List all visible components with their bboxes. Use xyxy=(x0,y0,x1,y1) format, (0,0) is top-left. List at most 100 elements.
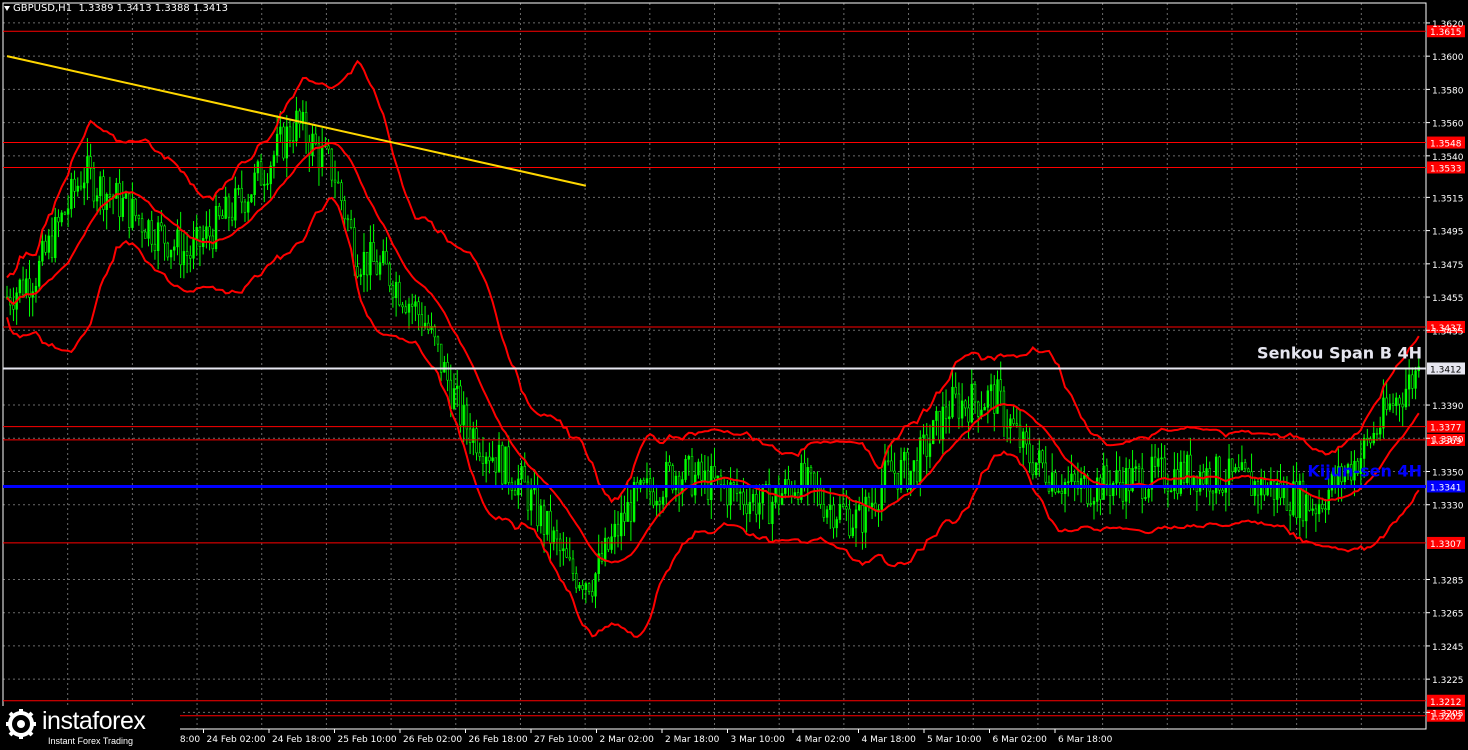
price-axis-label: 1.3495 xyxy=(1432,228,1464,238)
candle-body xyxy=(1407,374,1411,390)
candle-body xyxy=(665,461,668,498)
candle-body xyxy=(131,198,134,228)
candle-body xyxy=(47,235,51,253)
candle-body xyxy=(150,220,153,245)
candle-body xyxy=(497,444,501,473)
candle-body xyxy=(993,384,996,414)
price-axis-label: 1.3515 xyxy=(1432,194,1464,204)
time-axis-label: 27 Feb 10:00 xyxy=(534,735,593,745)
candle-body xyxy=(851,527,854,537)
dropdown-triangle-icon[interactable] xyxy=(4,5,10,11)
kijun-price-label: 1.3341 xyxy=(1430,483,1462,493)
level-price-label: 1.3307 xyxy=(1430,540,1462,550)
candle-body xyxy=(414,301,417,307)
candle-body xyxy=(841,504,845,507)
candle-body xyxy=(1186,454,1189,484)
candle-body xyxy=(99,176,102,197)
candle-body xyxy=(1160,457,1163,460)
watermark-logo: instaforex Instant Forex Trading xyxy=(0,706,180,750)
candle-body xyxy=(63,212,67,215)
candle-body xyxy=(645,478,649,484)
candle-body xyxy=(513,490,517,496)
candle-body xyxy=(652,491,655,506)
candle-body xyxy=(147,220,150,239)
candle-body xyxy=(1308,494,1311,511)
candle-body xyxy=(375,261,379,275)
candle-body xyxy=(1147,488,1150,498)
time-axis-label: 2 Mar 18:00 xyxy=(665,735,720,745)
candle-body xyxy=(1395,397,1398,406)
candle-body xyxy=(922,434,925,438)
candle-body xyxy=(684,458,687,480)
chart-background xyxy=(0,0,1468,750)
candle-body xyxy=(1256,481,1260,496)
candle-body xyxy=(195,227,198,240)
price-axis-label: 1.3350 xyxy=(1432,468,1464,478)
candle-body xyxy=(739,491,742,494)
candle-body xyxy=(259,161,263,186)
candle-body xyxy=(128,193,131,228)
candle-body xyxy=(1321,503,1324,509)
candle-body xyxy=(144,231,147,239)
candle-body xyxy=(173,246,176,251)
candle-body xyxy=(874,502,877,510)
candle-body xyxy=(546,510,549,535)
candle-body xyxy=(504,446,507,485)
price-axis-label: 1.3455 xyxy=(1432,294,1464,304)
candle-body xyxy=(1398,397,1401,405)
candle-body xyxy=(829,504,832,510)
candle-body xyxy=(655,500,658,506)
candle-body xyxy=(269,165,272,185)
candle-body xyxy=(189,255,192,259)
candle-body xyxy=(507,446,510,483)
candle-body xyxy=(25,278,28,296)
candle-body xyxy=(767,484,771,524)
candle-body xyxy=(552,530,555,544)
candle-body xyxy=(951,386,954,418)
level-price-label: 1.3377 xyxy=(1430,424,1462,434)
candle-body xyxy=(1227,458,1231,489)
candle-body xyxy=(658,500,662,505)
candle-body xyxy=(459,385,462,426)
candle-body xyxy=(221,215,224,219)
candle-body xyxy=(899,459,903,490)
level-price-label: 1.3533 xyxy=(1430,164,1462,174)
time-axis-label: 4 Mar 18:00 xyxy=(862,735,917,745)
candle-body xyxy=(134,198,137,217)
price-axis-label: 1.3620 xyxy=(1432,20,1464,30)
candle-body xyxy=(562,548,565,552)
candle-body xyxy=(272,154,276,167)
candle-body xyxy=(803,462,806,487)
price-chart[interactable]: 1.36151.35481.35331.34371.33771.33691.33… xyxy=(0,0,1468,750)
candle-body xyxy=(279,126,282,135)
candle-body xyxy=(1099,477,1102,500)
candle-body xyxy=(57,216,60,223)
time-axis-label: 6 Mar 02:00 xyxy=(993,735,1048,745)
candle-body xyxy=(1237,467,1240,471)
candle-body xyxy=(394,281,398,299)
candle-body xyxy=(1224,487,1228,493)
candle-body xyxy=(999,379,1002,392)
candle-body xyxy=(886,460,890,463)
candle-body xyxy=(1388,403,1392,410)
candle-body xyxy=(700,461,703,481)
candle-body xyxy=(275,133,279,156)
candle-body xyxy=(417,301,420,315)
candle-body xyxy=(481,456,485,464)
candle-body xyxy=(385,250,388,265)
candle-body xyxy=(124,193,128,199)
candle-body xyxy=(845,506,848,510)
candle-body xyxy=(555,530,559,540)
candle-body xyxy=(964,400,967,409)
candle-body xyxy=(176,229,179,248)
candle-body xyxy=(1044,462,1047,483)
candle-body xyxy=(456,385,459,389)
candle-body xyxy=(1169,490,1173,493)
price-axis-label: 1.3560 xyxy=(1432,120,1464,130)
candle-body xyxy=(925,434,928,457)
candle-body xyxy=(1305,494,1308,522)
candle-body xyxy=(382,250,385,264)
candle-body xyxy=(433,325,436,338)
candle-body xyxy=(92,168,96,202)
candle-body xyxy=(1369,438,1372,444)
